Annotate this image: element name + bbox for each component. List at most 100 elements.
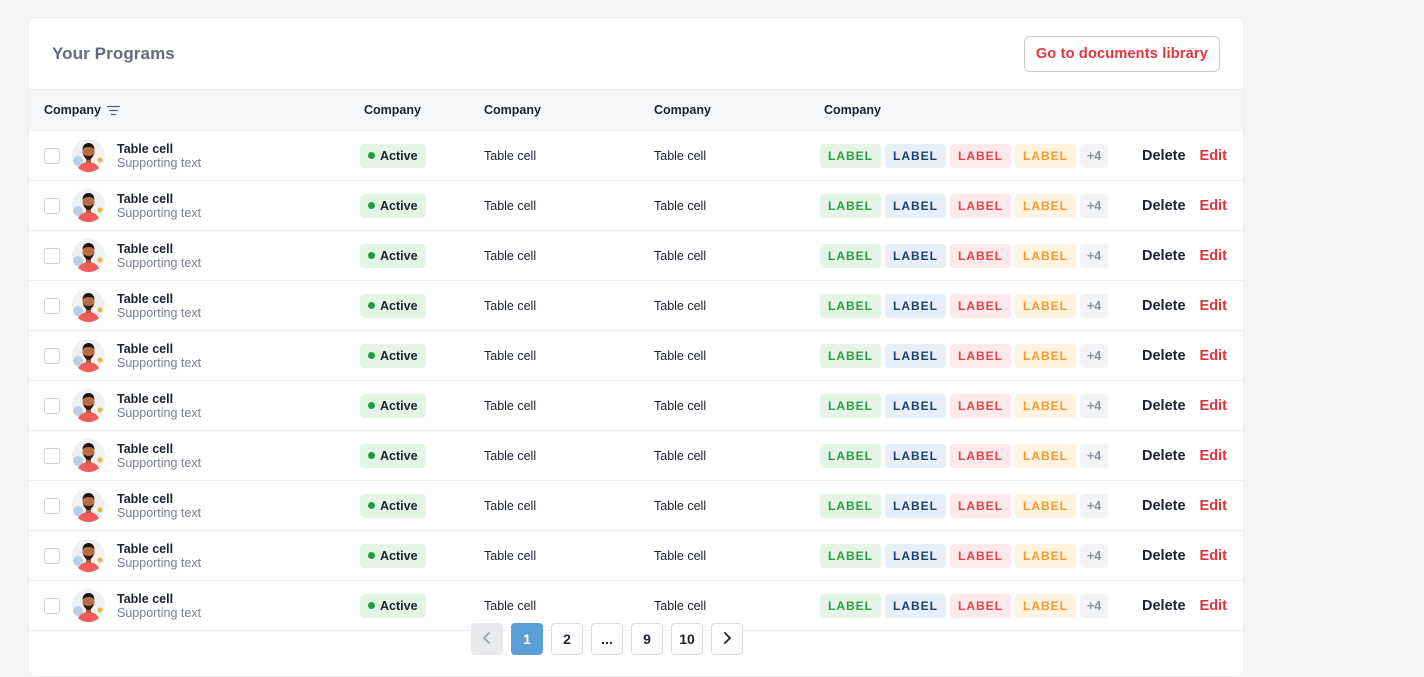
page-button-1[interactable]: 1 xyxy=(511,623,543,655)
column-header-label: Company xyxy=(44,103,101,117)
avatar xyxy=(72,589,105,622)
prev-page-button[interactable] xyxy=(471,623,503,655)
more-labels-badge[interactable]: +4 xyxy=(1080,443,1109,468)
delete-button[interactable]: Delete xyxy=(1142,398,1186,414)
table-row[interactable]: Table cell Supporting text Active Table cel… xyxy=(29,231,1243,281)
delete-button[interactable]: Delete xyxy=(1142,348,1186,364)
more-labels-badge[interactable]: +4 xyxy=(1080,193,1109,218)
company-name: Table cell xyxy=(117,241,174,256)
more-labels-badge[interactable]: +4 xyxy=(1080,593,1109,618)
row-checkbox[interactable] xyxy=(44,247,60,264)
column-header-col4[interactable]: Company xyxy=(654,90,711,130)
column-header-labels[interactable]: Company xyxy=(824,90,881,130)
edit-button[interactable]: Edit xyxy=(1200,198,1227,214)
table-row[interactable]: Table cell Supporting text Active Table cel… xyxy=(29,281,1243,331)
table-row[interactable]: Table cell Supporting text Active Table cel… xyxy=(29,381,1243,431)
edit-button[interactable]: Edit xyxy=(1200,598,1227,614)
page-button-2[interactable]: 2 xyxy=(551,623,583,655)
label-tag-orange: LABEL xyxy=(1015,443,1076,468)
company-name: Table cell xyxy=(117,541,174,556)
label-tag-orange: LABEL xyxy=(1015,293,1076,318)
row-checkbox[interactable] xyxy=(44,347,60,364)
delete-button[interactable]: Delete xyxy=(1142,598,1186,614)
label-tag-red: LABEL xyxy=(950,543,1011,568)
delete-button[interactable]: Delete xyxy=(1142,498,1186,514)
company-name: Table cell xyxy=(117,141,174,156)
company-supporting-text: Supporting text xyxy=(117,455,202,470)
table-row[interactable]: Table cell Supporting text Active Table cel… xyxy=(29,131,1243,181)
more-labels-badge[interactable]: +4 xyxy=(1080,543,1109,568)
avatar xyxy=(72,489,105,522)
status-badge: Active xyxy=(360,343,426,368)
avatar xyxy=(72,239,105,272)
table-row[interactable]: Table cell Supporting text Active Table cel… xyxy=(29,531,1243,581)
label-tag-green: LABEL xyxy=(820,293,881,318)
more-labels-badge[interactable]: +4 xyxy=(1080,343,1109,368)
status-badge: Active xyxy=(360,143,426,168)
edit-button[interactable]: Edit xyxy=(1200,298,1227,314)
label-tag-red: LABEL xyxy=(950,493,1011,518)
company-name: Table cell xyxy=(117,591,174,606)
more-labels-badge[interactable]: +4 xyxy=(1080,243,1109,268)
row-checkbox[interactable] xyxy=(44,447,60,464)
label-tags: LABEL LABEL LABEL LABEL +4 xyxy=(820,593,1109,618)
documents-library-button[interactable]: Go to documents library xyxy=(1023,35,1220,72)
row-checkbox[interactable] xyxy=(44,497,60,514)
company-name: Table cell xyxy=(117,291,174,306)
delete-button[interactable]: Delete xyxy=(1142,198,1186,214)
edit-button[interactable]: Edit xyxy=(1200,498,1227,514)
delete-button[interactable]: Delete xyxy=(1142,298,1186,314)
table-row[interactable]: Table cell Supporting text Active Table cel… xyxy=(29,331,1243,381)
table-row[interactable]: Table cell Supporting text Active Table cel… xyxy=(29,181,1243,231)
more-labels-badge[interactable]: +4 xyxy=(1080,493,1109,518)
table-row[interactable]: Table cell Supporting text Active Table cel… xyxy=(29,481,1243,531)
column-header-company[interactable]: Company xyxy=(44,90,121,130)
edit-button[interactable]: Edit xyxy=(1200,398,1227,414)
delete-button[interactable]: Delete xyxy=(1142,448,1186,464)
row-checkbox[interactable] xyxy=(44,547,60,564)
row-checkbox[interactable] xyxy=(44,597,60,614)
filter-icon[interactable] xyxy=(107,103,121,117)
edit-button[interactable]: Edit xyxy=(1200,148,1227,164)
status-dot-icon xyxy=(368,402,375,409)
row-checkbox[interactable] xyxy=(44,297,60,314)
company-supporting-text: Supporting text xyxy=(117,555,202,570)
row-checkbox[interactable] xyxy=(44,147,60,164)
table-row[interactable]: Table cell Supporting text Active Table cel… xyxy=(29,431,1243,481)
page-button-10[interactable]: 10 xyxy=(671,623,703,655)
edit-button[interactable]: Edit xyxy=(1200,548,1227,564)
delete-button[interactable]: Delete xyxy=(1142,548,1186,564)
label-tag-green: LABEL xyxy=(820,143,881,168)
label-tag-orange: LABEL xyxy=(1015,243,1076,268)
avatar xyxy=(72,289,105,322)
edit-button[interactable]: Edit xyxy=(1200,448,1227,464)
row-checkbox[interactable] xyxy=(44,397,60,414)
more-labels-badge[interactable]: +4 xyxy=(1080,393,1109,418)
company-name: Table cell xyxy=(117,191,174,206)
edit-button[interactable]: Edit xyxy=(1200,248,1227,264)
edit-button[interactable]: Edit xyxy=(1200,348,1227,364)
pagination: 1 2... 9 10 xyxy=(471,623,743,655)
status-label: Active xyxy=(380,248,418,263)
avatar xyxy=(72,139,105,172)
delete-button[interactable]: Delete xyxy=(1142,248,1186,264)
table-cell: Table cell xyxy=(654,248,707,263)
status-dot-icon xyxy=(368,552,375,559)
label-tags: LABEL LABEL LABEL LABEL +4 xyxy=(820,443,1109,468)
more-labels-badge[interactable]: +4 xyxy=(1080,293,1109,318)
page-button-9[interactable]: 9 xyxy=(631,623,663,655)
next-page-button[interactable] xyxy=(711,623,743,655)
column-header-col3[interactable]: Company xyxy=(484,90,541,130)
row-checkbox[interactable] xyxy=(44,197,60,214)
delete-button[interactable]: Delete xyxy=(1142,148,1186,164)
more-labels-badge[interactable]: +4 xyxy=(1080,143,1109,168)
table-cell: Table cell xyxy=(484,248,537,263)
company-cell: Table cell Supporting text xyxy=(117,342,201,370)
company-supporting-text: Supporting text xyxy=(117,355,202,370)
page-ellipsis[interactable]: ... xyxy=(591,623,623,655)
company-cell: Table cell Supporting text xyxy=(117,292,201,320)
company-supporting-text: Supporting text xyxy=(117,405,202,420)
label-tag-orange: LABEL xyxy=(1015,393,1076,418)
column-header-status[interactable]: Company xyxy=(364,90,421,130)
label-tags: LABEL LABEL LABEL LABEL +4 xyxy=(820,493,1109,518)
